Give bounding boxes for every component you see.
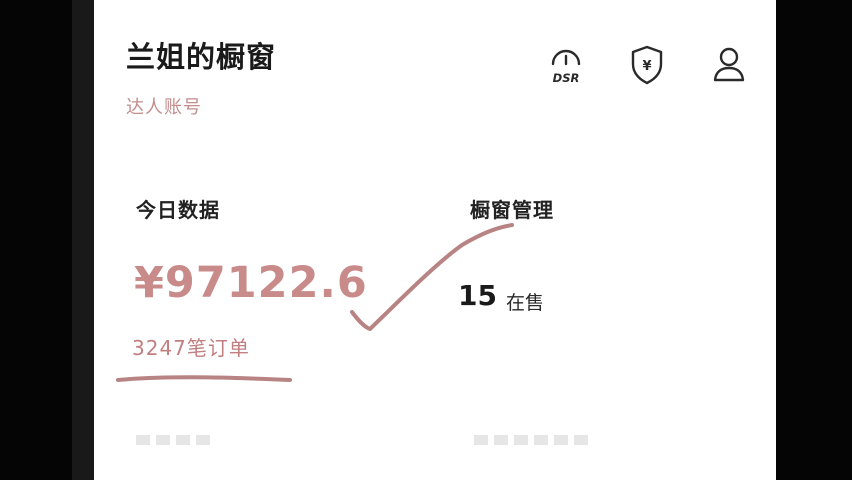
- showcase-manage-label[interactable]: 橱窗管理: [470, 194, 554, 223]
- faded-text-left: [136, 430, 246, 446]
- right-black-bar: [776, 0, 852, 480]
- user-icon[interactable]: [707, 42, 751, 88]
- svg-text:¥: ¥: [642, 59, 651, 74]
- checkmark-annotation: [350, 223, 514, 331]
- underline-annotation: [116, 375, 292, 382]
- account-type-label: 达人账号: [126, 97, 202, 118]
- on-sale-count[interactable]: 15: [458, 279, 497, 312]
- today-data-label[interactable]: 今日数据: [136, 194, 220, 223]
- faded-text-right: [474, 430, 634, 446]
- on-sale-label: 在售: [506, 292, 545, 314]
- store-title: 兰姐的橱窗: [126, 40, 277, 74]
- showcase-card: 兰姐的橱窗 达人账号 DSR ¥ 今日数据 橱窗管理 ¥97122.6 3247…: [94, 0, 776, 480]
- order-count: 3247笔订单: [132, 336, 250, 360]
- left-black-bar: [0, 0, 72, 480]
- left-gray-bar: [72, 0, 94, 480]
- today-amount: ¥97122.6: [134, 258, 368, 308]
- shield-yen-icon[interactable]: ¥: [625, 42, 669, 88]
- svg-text:DSR: DSR: [553, 71, 580, 85]
- dsr-gauge-icon[interactable]: DSR: [544, 42, 588, 88]
